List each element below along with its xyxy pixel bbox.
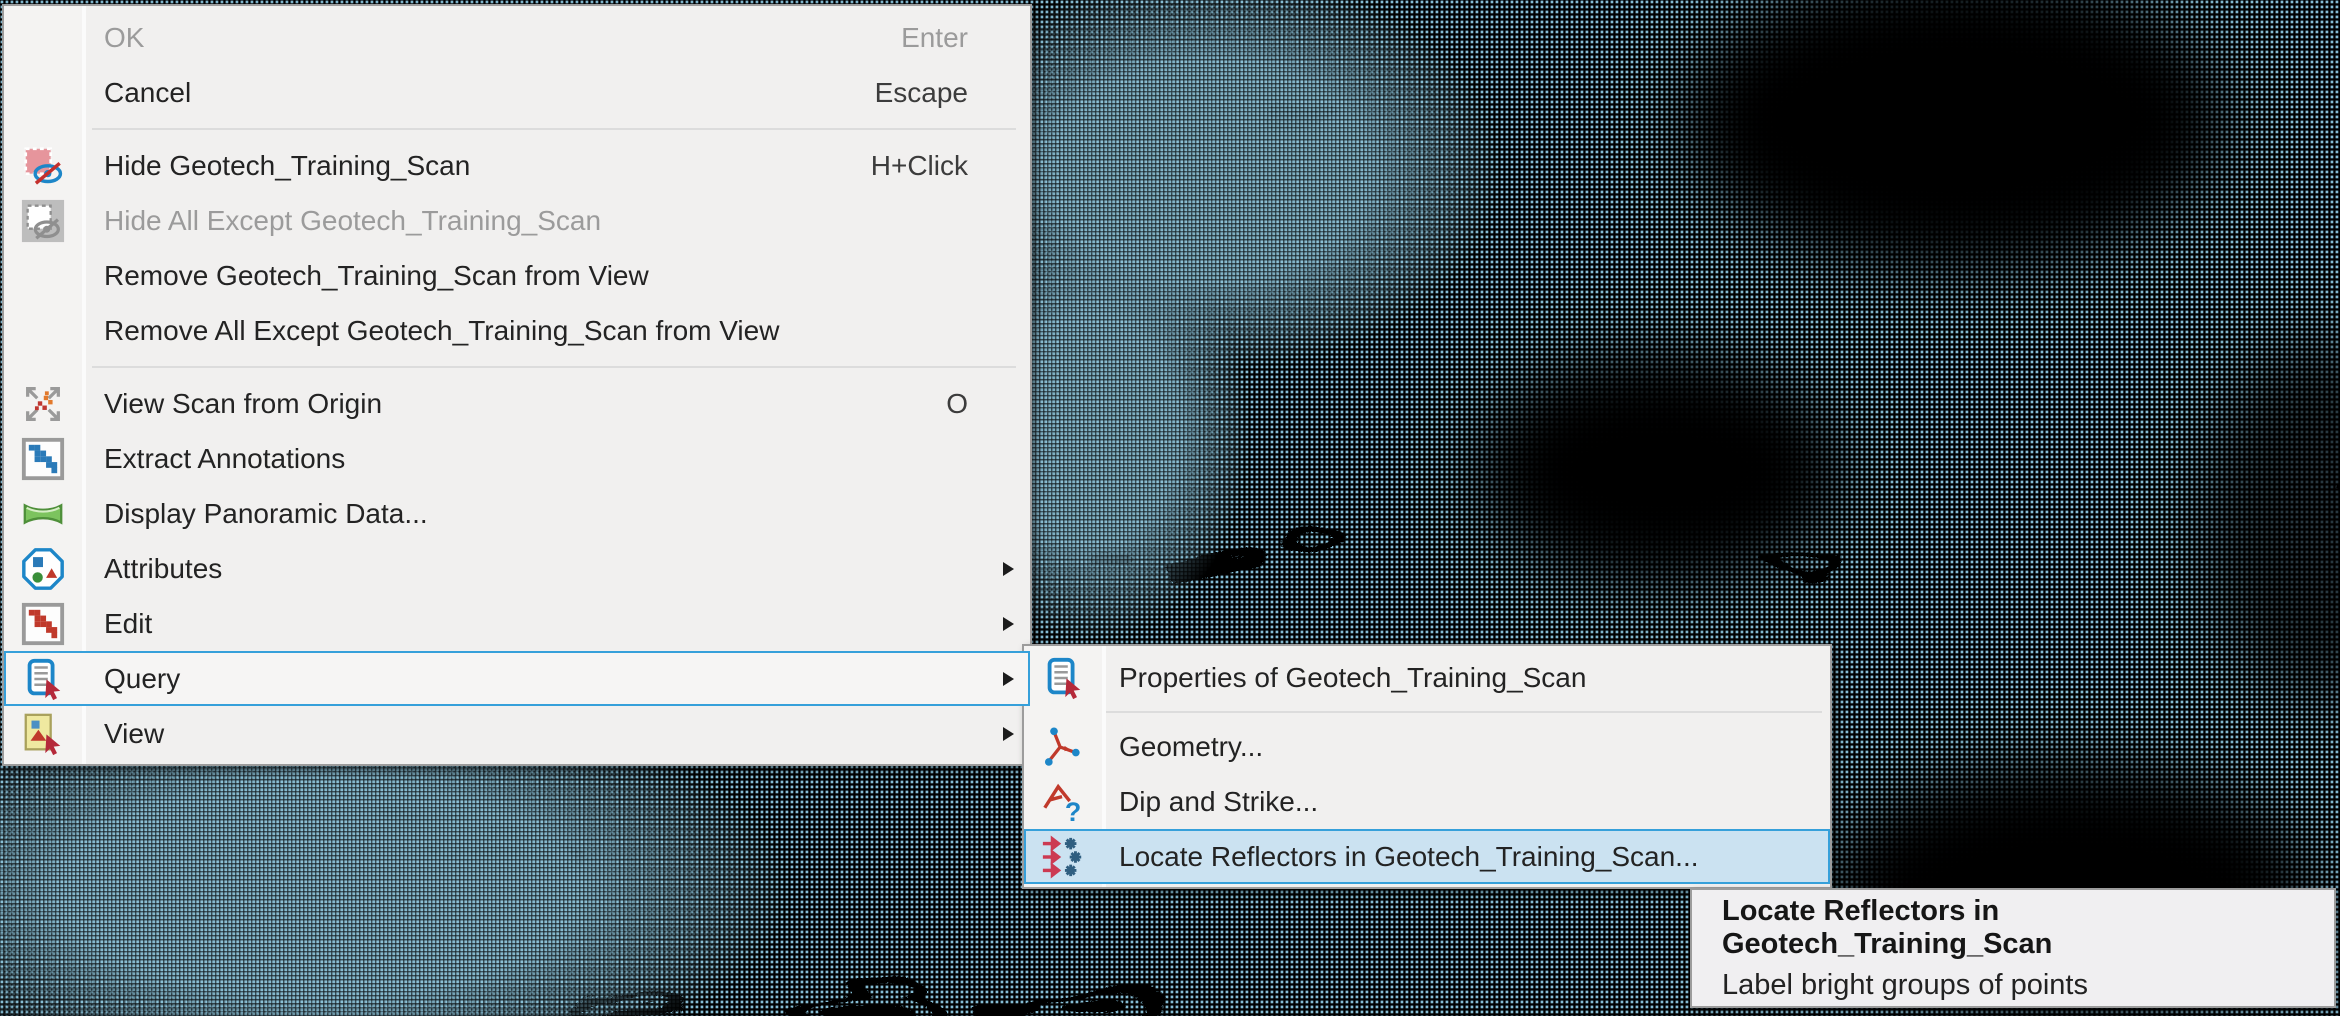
menu-item-label: Hide Geotech_Training_Scan xyxy=(104,149,471,181)
hide-scan-icon xyxy=(20,143,66,189)
menu-item-extract-annotations[interactable]: Extract Annotations xyxy=(4,431,1030,486)
extract-annotations-icon xyxy=(20,436,66,482)
menu-item-label: OK xyxy=(104,21,145,53)
submenu-chevron-icon xyxy=(1003,671,1014,686)
menu-item-label: View xyxy=(104,717,165,749)
menu-item-label: Hide All Except Geotech_Training_Scan xyxy=(104,204,602,236)
submenu-chevron-icon xyxy=(1003,726,1014,741)
tooltip-description: Label bright groups of points xyxy=(1722,968,2088,1001)
menu-item-display-panoramic[interactable]: Display Panoramic Data... xyxy=(4,486,1030,541)
hide-all-except-icon xyxy=(20,198,66,244)
menu-item-attributes[interactable]: Attributes xyxy=(4,541,1030,596)
attributes-icon xyxy=(20,546,66,592)
submenu-chevron-icon xyxy=(1003,561,1014,576)
menu-separator xyxy=(4,358,1030,376)
edit-icon xyxy=(20,601,66,647)
menu-item-label: Dip and Strike... xyxy=(1119,785,1319,817)
menu-item-cancel[interactable]: Cancel Escape xyxy=(4,65,1030,120)
menu-item-label: Cancel xyxy=(104,76,192,108)
locate-reflectors-icon xyxy=(1040,834,1086,880)
menu-separator xyxy=(4,120,1030,138)
query-icon xyxy=(20,656,66,702)
menu-item-view[interactable]: View xyxy=(4,706,1030,761)
menu-item-edit[interactable]: Edit xyxy=(4,596,1030,651)
menu-item-label: Properties of Geotech_Training_Scan xyxy=(1119,661,1587,693)
submenu-item-properties[interactable]: Properties of Geotech_Training_Scan xyxy=(1024,650,1830,705)
menu-item-hide-all-except[interactable]: Hide All Except Geotech_Training_Scan xyxy=(4,193,1030,248)
query-submenu: Properties of Geotech_Training_Scan Geom… xyxy=(1022,644,1832,889)
menu-item-label: Locate Reflectors in Geotech_Training_Sc… xyxy=(1119,840,1699,872)
submenu-item-dip-strike[interactable]: ? Dip and Strike... xyxy=(1024,774,1830,829)
menu-item-remove-scan[interactable]: Remove Geotech_Training_Scan from View xyxy=(4,248,1030,303)
dip-strike-icon: ? xyxy=(1040,779,1086,825)
view-scan-origin-icon xyxy=(20,381,66,427)
menu-item-label: Attributes xyxy=(104,552,223,584)
menu-item-shortcut: O xyxy=(946,387,968,419)
properties-icon xyxy=(1040,655,1086,701)
menu-item-hide-scan[interactable]: Hide Geotech_Training_Scan H+Click xyxy=(4,138,1030,193)
svg-text:?: ? xyxy=(1065,797,1081,825)
menu-item-ok[interactable]: OK Enter xyxy=(4,10,1030,65)
menu-item-shortcut: Escape xyxy=(874,76,968,108)
submenu-item-locate-reflectors[interactable]: Locate Reflectors in Geotech_Training_Sc… xyxy=(1024,829,1830,884)
geometry-icon xyxy=(1040,724,1086,770)
menu-item-label: Geometry... xyxy=(1119,730,1264,762)
view-icon xyxy=(20,711,66,757)
tooltip: Locate Reflectors in Geotech_Training_Sc… xyxy=(1690,888,2336,1008)
submenu-chevron-icon xyxy=(1003,616,1014,631)
submenu-item-geometry[interactable]: Geometry... xyxy=(1024,719,1830,774)
menu-item-remove-all-except[interactable]: Remove All Except Geotech_Training_Scan … xyxy=(4,303,1030,358)
menu-item-label: Remove Geotech_Training_Scan from View xyxy=(104,259,649,291)
menu-item-shortcut: Enter xyxy=(901,21,968,53)
menu-item-view-scan-origin[interactable]: View Scan from Origin O xyxy=(4,376,1030,431)
menu-item-label: Edit xyxy=(104,607,153,639)
menu-item-label: View Scan from Origin xyxy=(104,387,383,419)
menu-item-label: Display Panoramic Data... xyxy=(104,497,428,529)
context-menu: OK Enter Cancel Escape Hide Geotech_Trai… xyxy=(2,4,1032,766)
menu-item-query[interactable]: Query xyxy=(4,651,1030,706)
tooltip-title: Locate Reflectors in Geotech_Training_Sc… xyxy=(1722,894,2053,960)
menu-item-shortcut: H+Click xyxy=(870,149,968,181)
menu-item-label: Query xyxy=(104,662,181,694)
menu-item-label: Extract Annotations xyxy=(104,442,346,474)
panoramic-data-icon xyxy=(20,491,66,537)
menu-separator xyxy=(1024,705,1830,719)
menu-item-label: Remove All Except Geotech_Training_Scan … xyxy=(104,314,780,346)
